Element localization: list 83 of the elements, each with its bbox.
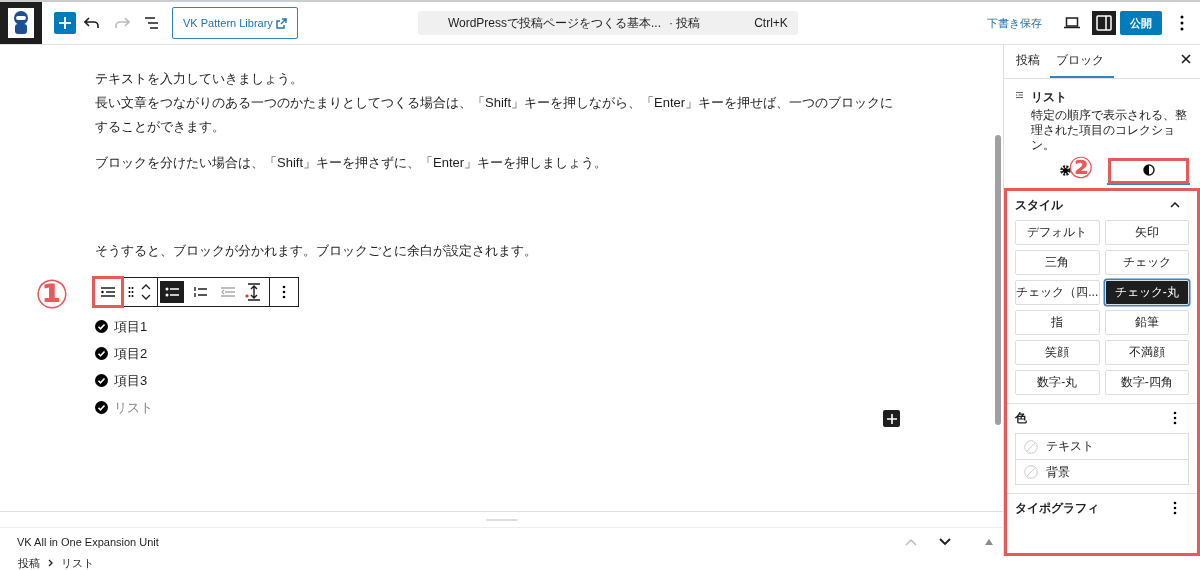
block-name: リスト	[1031, 89, 1069, 106]
panel-title: 色	[1015, 409, 1027, 427]
style-option[interactable]: 鉛筆	[1104, 310, 1189, 335]
breadcrumb-link[interactable]: リスト	[61, 555, 94, 570]
up-down-chevron-icon	[140, 283, 151, 301]
undo-icon	[84, 16, 100, 30]
list-item: 項目1	[114, 317, 148, 336]
sidebar-panel-icon	[1096, 15, 1112, 31]
save-draft-button[interactable]: 下書き保存	[987, 15, 1042, 31]
more-vertical-icon	[1173, 411, 1177, 425]
document-title: WordPressで投稿ページをつくる基本...	[447, 14, 661, 32]
style-option[interactable]: 三角	[1015, 250, 1100, 275]
chevron-up-icon	[905, 538, 917, 546]
block-description: 特定の順序で表示される、整理された項目のコレクション。	[1031, 108, 1189, 153]
empty-swatch-icon	[1024, 439, 1038, 454]
external-link-icon	[275, 17, 287, 29]
paragraph: そうすると、ブロックが分かれます。ブロックごとに余白が設定されます。	[95, 242, 538, 260]
color-setting[interactable]: 背景	[1016, 459, 1188, 484]
check-circle-icon	[95, 401, 108, 414]
site-logo[interactable]	[0, 2, 42, 44]
plus-icon	[886, 413, 897, 424]
add-block-button[interactable]	[883, 410, 900, 427]
list-block-icon	[101, 286, 115, 298]
sidebar-tab[interactable]: ブロック	[1050, 45, 1114, 78]
style-option[interactable]: 指	[1015, 310, 1100, 335]
style-option[interactable]: チェック	[1104, 250, 1189, 275]
check-circle-icon	[95, 347, 108, 360]
style-option[interactable]: 矢印	[1104, 220, 1189, 245]
vertical-spacing-icon	[244, 283, 261, 301]
resize-handle[interactable]	[485, 519, 518, 521]
list-item: 項目3	[114, 371, 148, 390]
post-type-label: · 投稿	[669, 14, 701, 32]
unordered-list-button[interactable]	[160, 281, 184, 303]
empty-swatch-icon	[1024, 465, 1038, 479]
publish-button[interactable]: 公開	[1120, 11, 1162, 35]
panel-title: スタイル	[1015, 196, 1063, 214]
style-option[interactable]: 笑顔	[1015, 340, 1100, 365]
pattern-library-button[interactable]: VK Pattern Library	[172, 7, 298, 39]
numbered-list-icon	[193, 286, 207, 298]
style-option[interactable]: 数字-丸	[1015, 370, 1100, 395]
half-circle-icon	[1142, 164, 1155, 176]
chevron-right-icon	[48, 559, 53, 567]
color-setting[interactable]: テキスト	[1016, 434, 1188, 459]
style-option[interactable]: 不満顔	[1104, 340, 1189, 365]
move-up-down-button[interactable]	[140, 278, 158, 306]
paragraph: テキストを入力していきましょう。 長い文章をつながりのある一つのかたまりとしてつくる場合は、「Shift」キーを押しながら、「Enter」キーを押せば、一つのブロックにすることができます。	[95, 70, 895, 136]
style-option[interactable]: チェック（四...	[1015, 280, 1100, 305]
chevron-down-icon	[939, 538, 951, 546]
plus-icon	[58, 16, 72, 30]
style-option[interactable]: チェック-丸	[1104, 280, 1189, 305]
close-icon	[1181, 54, 1191, 64]
shortcut-hint: Ctrl+K	[754, 16, 788, 30]
ninja-mascot-icon	[8, 7, 34, 38]
collapse-triangle-icon[interactable]	[985, 539, 993, 545]
check-circle-icon	[95, 320, 108, 333]
settings-toggle-button[interactable]	[1092, 11, 1116, 35]
command-bar[interactable]: WordPressで投稿ページをつくる基本... · 投稿 Ctrl+K	[417, 11, 798, 35]
paragraph: ブロックを分けたい場合は、「Shift」キーを押さずに、「Enter」キーを押しましょう。	[95, 154, 609, 172]
list-item: 項目2	[114, 344, 148, 363]
chevron-icon	[1170, 202, 1180, 208]
more-vertical-icon	[1173, 501, 1177, 515]
more-vertical-icon	[1180, 15, 1184, 31]
outdent-icon	[221, 286, 235, 298]
laptop-icon	[1064, 17, 1080, 29]
redo-icon	[114, 16, 130, 30]
scrollbar[interactable]	[995, 135, 1001, 425]
style-option[interactable]: デフォルト	[1015, 220, 1100, 245]
annotation-number: ①	[35, 274, 69, 314]
sidebar-tab[interactable]: 投稿	[1010, 45, 1050, 78]
check-circle-icon	[95, 374, 108, 387]
styles-tab[interactable]	[1107, 157, 1190, 185]
bullet-list-icon	[165, 286, 179, 298]
panel-title: タイポグラフィ	[1015, 499, 1099, 517]
list-block-icon	[1016, 89, 1024, 101]
metabox-title: VK All in One Expansion Unit	[17, 536, 159, 548]
list-view-icon	[144, 16, 160, 30]
annotation-number: ②	[1068, 153, 1094, 183]
more-vertical-icon	[282, 285, 286, 299]
block-type-button[interactable]	[94, 278, 122, 306]
list-item-input[interactable]: リスト	[114, 398, 153, 417]
drag-dots-icon	[128, 286, 134, 298]
breadcrumb-link[interactable]: 投稿	[18, 555, 40, 570]
style-option[interactable]: 数字-四角	[1104, 370, 1189, 395]
